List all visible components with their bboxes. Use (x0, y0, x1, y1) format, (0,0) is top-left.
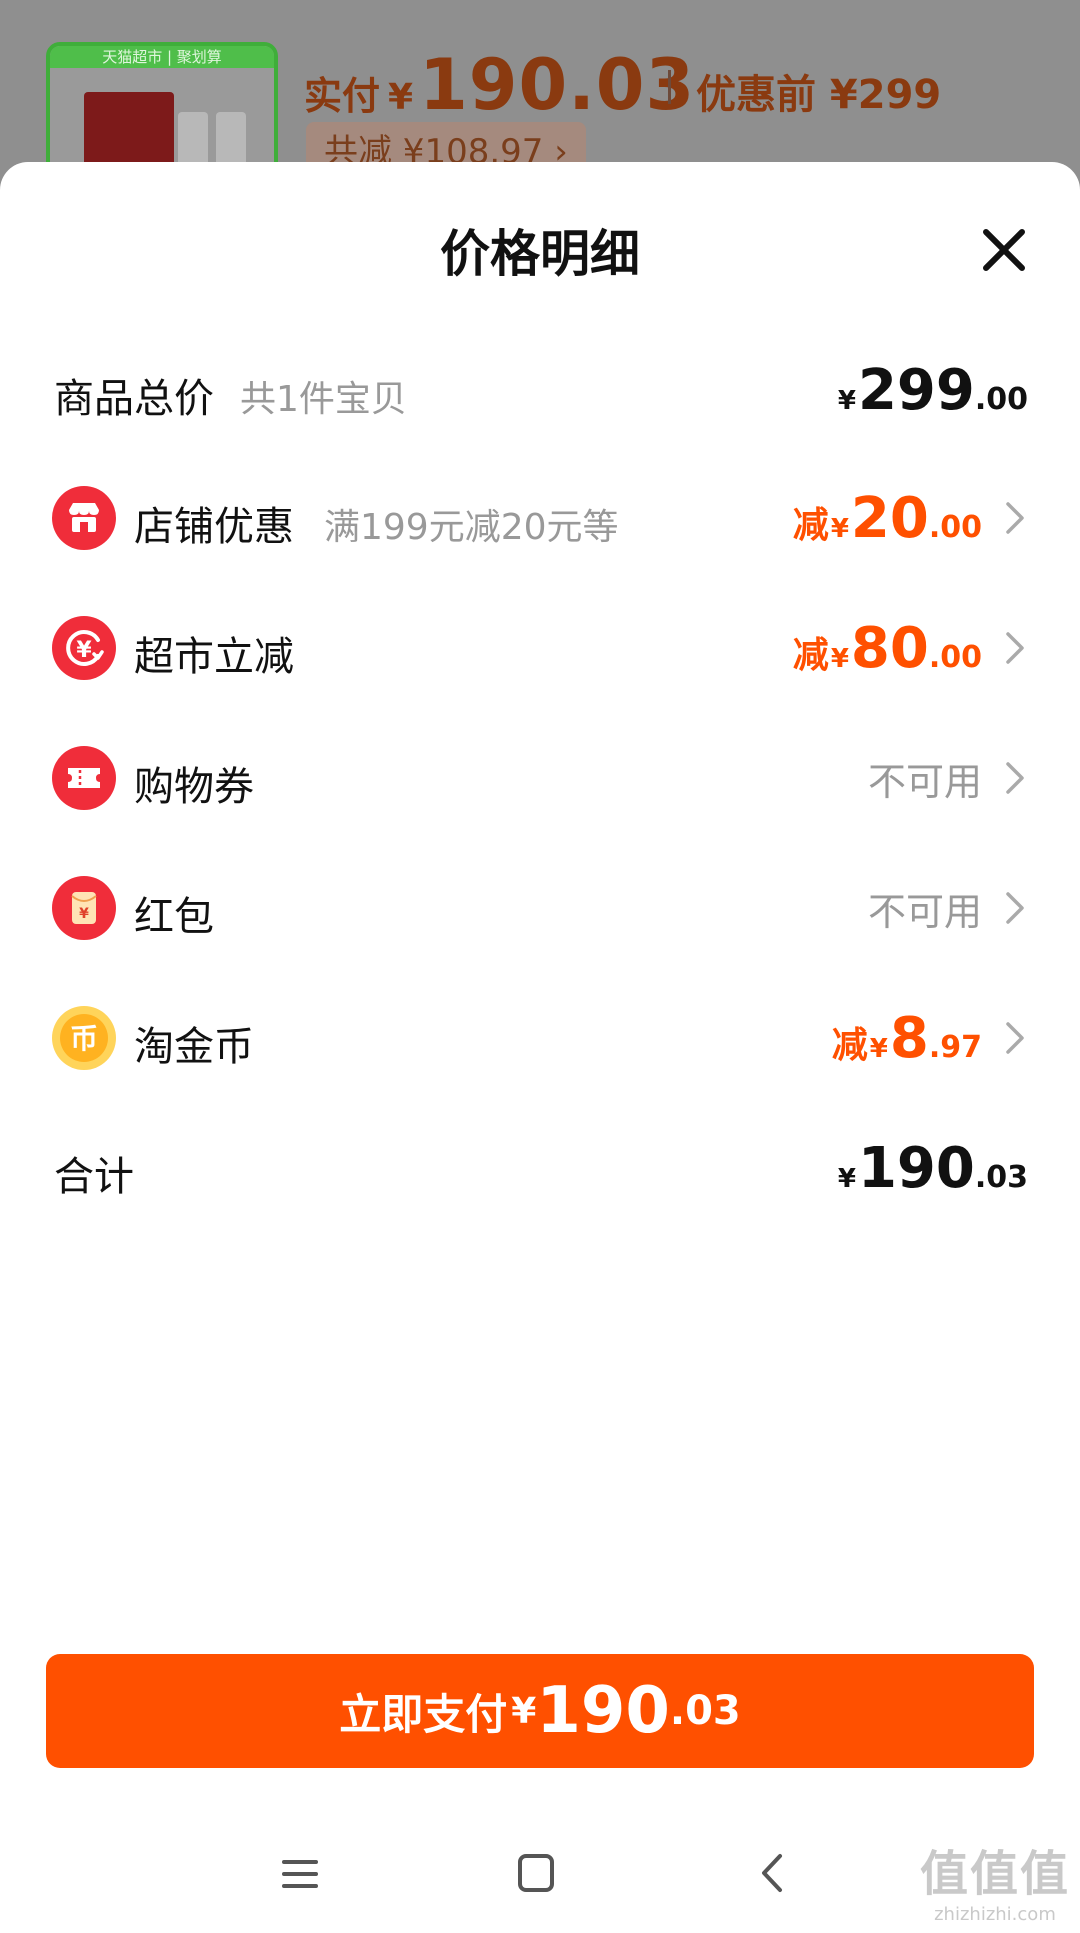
watermark: 值值值 zhizhizhi.com (920, 1834, 1070, 1925)
chevron-right-icon (1002, 498, 1028, 538)
paid-amount: 实付 ¥ 190.03 (304, 44, 695, 126)
row-label: 超市立减 (134, 634, 294, 680)
close-button[interactable] (976, 222, 1032, 278)
amount-decimal: .03 (669, 1688, 741, 1734)
store-icon (52, 486, 116, 550)
amount-decimal: .00 (928, 509, 982, 545)
minus-prefix: 减 (792, 634, 829, 676)
before-discount-price: 优惠前 ¥299 (696, 72, 942, 118)
row-label: 购物券 (134, 764, 254, 810)
amount-decimal: .97 (928, 1029, 982, 1065)
currency-symbol: ¥ (869, 1033, 888, 1064)
amount-integer: 190 (536, 1674, 670, 1748)
amount-decimal: .00 (928, 639, 982, 675)
watermark-domain: zhizhizhi.com (934, 1904, 1056, 1925)
unavailable-text: 不可用 (867, 889, 982, 934)
currency-symbol: ¥ (511, 1690, 537, 1732)
row-store-discount[interactable]: 店铺优惠 满199元减20元等 减 ¥ 20 .00 (0, 468, 1080, 568)
svg-text:币: 币 (70, 1022, 98, 1055)
svg-text:¥: ¥ (79, 906, 89, 922)
row-goods-total: 商品总价 共1件宝贝 ¥ 299 .00 (0, 340, 1080, 440)
system-nav-bar: 值值值 zhizhizhi.com (0, 1820, 1080, 1933)
unavailable-text: 不可用 (867, 759, 982, 804)
pay-now-button[interactable]: 立即支付 ¥ 190 .03 (46, 1654, 1034, 1768)
row-amount: 减 ¥ 20 .00 (793, 468, 1028, 568)
back-icon[interactable] (742, 1844, 802, 1904)
watermark-logo: 值值值 (919, 1846, 1070, 1902)
row-subtotal: 合计 ¥ 190 .03 (0, 1118, 1080, 1218)
amount-decimal: .03 (974, 1159, 1028, 1195)
row-amount: 减 ¥ 80 .00 (793, 598, 1028, 698)
chevron-right-icon (1002, 888, 1028, 928)
row-label: 红包 (134, 894, 214, 940)
row-amount: ¥ 299 .00 (838, 340, 1028, 440)
red-packet-icon: ¥ (52, 876, 116, 940)
row-taojin-coins[interactable]: 币 淘金币 减 ¥ 8 .97 (0, 988, 1080, 1088)
row-red-packet[interactable]: ¥ 红包 不可用 (0, 858, 1080, 958)
thumbnail-tag: 天猫超市 | 聚划算 (50, 46, 274, 68)
home-icon[interactable] (506, 1844, 566, 1904)
coin-icon: 币 (52, 1006, 116, 1070)
pay-button-label: 立即支付 (339, 1689, 508, 1739)
row-label: 淘金币 (134, 1024, 254, 1070)
amount-integer: 80 (850, 615, 929, 681)
row-market-discount[interactable]: ¥ 超市立减 减 ¥ 80 .00 (0, 598, 1080, 698)
currency-symbol: ¥ (388, 77, 414, 118)
row-status: 不可用 (868, 858, 1028, 958)
amount-integer: 20 (850, 485, 929, 551)
minus-prefix: 减 (792, 504, 829, 546)
amount-decimal: .00 (974, 381, 1028, 417)
voucher-icon (52, 746, 116, 810)
row-label: 商品总价 (54, 376, 214, 422)
row-label: 店铺优惠 (134, 504, 294, 550)
paid-value: 190.03 (419, 44, 696, 126)
amount-integer: 190 (857, 1135, 975, 1201)
minus-prefix: 减 (831, 1024, 868, 1066)
sheet-title: 价格明细 (440, 225, 640, 283)
divider (668, 70, 671, 104)
currency-symbol: ¥ (830, 643, 849, 674)
row-amount: ¥ 190 .03 (838, 1118, 1028, 1218)
close-icon (983, 229, 1025, 271)
row-label: 合计 (54, 1154, 134, 1200)
row-amount: 减 ¥ 8 .97 (832, 988, 1028, 1088)
row-shopping-voucher[interactable]: 购物券 不可用 (0, 728, 1080, 828)
amount-integer: 299 (857, 357, 975, 423)
paid-label: 实付 (304, 74, 381, 118)
yen-cycle-icon: ¥ (52, 616, 116, 680)
chevron-right-icon (1002, 758, 1028, 798)
chevron-right-icon (1002, 628, 1028, 668)
currency-symbol: ¥ (837, 1163, 856, 1194)
row-sub-label: 共1件宝贝 (240, 379, 407, 420)
currency-symbol: ¥ (837, 385, 856, 416)
chevron-right-icon (1002, 1018, 1028, 1058)
amount-integer: 8 (889, 1005, 929, 1071)
row-sub-label: 满199元减20元等 (324, 507, 619, 548)
row-status: 不可用 (868, 728, 1028, 828)
menu-icon[interactable] (270, 1844, 330, 1904)
svg-text:¥: ¥ (76, 638, 92, 663)
currency-symbol: ¥ (830, 513, 849, 544)
